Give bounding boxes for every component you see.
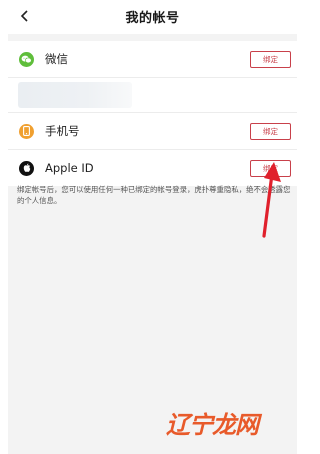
apple-id-label: Apple ID: [45, 161, 94, 175]
watermark-text: 辽宁龙网: [166, 410, 259, 439]
blurred-row: [8, 78, 297, 113]
apple-icon: [19, 160, 34, 176]
page-title: 我的帐号: [125, 11, 180, 26]
blurred-content: [18, 82, 132, 108]
phone-label: 手机号: [45, 124, 80, 138]
list-item-wechat: 微信 绑定: [8, 41, 297, 78]
red-arrow-annotation: [262, 162, 281, 238]
phone-icon: [19, 123, 34, 139]
account-list: 微信 绑定 手机号 绑定 Apple ID: [8, 41, 297, 186]
bind-phone-button[interactable]: 绑定: [250, 122, 291, 140]
list-item-phone: 手机号 绑定: [8, 113, 297, 150]
wechat-label: 微信: [45, 52, 68, 66]
watermark-logo: 辽宁龙网: [166, 404, 281, 440]
nav-bar: 我的帐号: [8, 0, 297, 34]
account-screen: 我的帐号 微信 绑定 手机号 绑定 Apple ID 绑定帐号后，您可以使用任何…: [8, 0, 297, 454]
bind-wechat-button[interactable]: 绑定: [250, 50, 291, 68]
wechat-icon: [19, 51, 34, 67]
privacy-notice: 绑定帐号后，您可以使用任何一种已绑定的帐号登录，虎扑尊重隐私，绝不会透露您的个人…: [17, 185, 291, 205]
list-item-apple-id: Apple ID 绑定: [8, 150, 297, 186]
